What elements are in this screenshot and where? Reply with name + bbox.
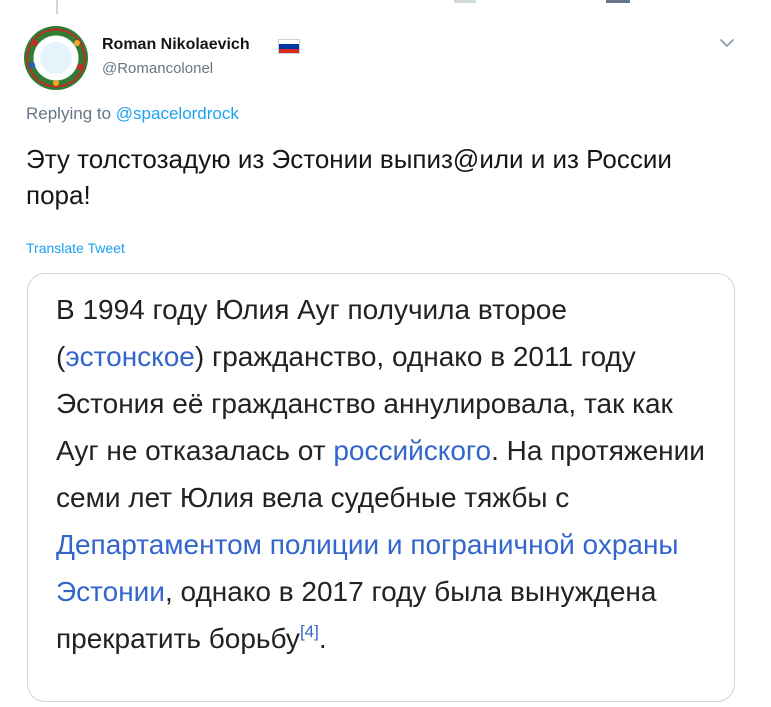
citation-link[interactable]: [4] [300,622,319,641]
card-text-segment: . [318,623,327,654]
card-text: В 1994 году Юлия Ауг получила второе (эс… [56,286,721,662]
replying-to-mention[interactable]: @spacelordrock [116,104,239,123]
top-action-fragment [454,0,476,3]
thread-connector-line [56,0,58,14]
top-action-fragment [606,0,630,3]
avatar-ornament [77,64,83,70]
russia-flag-icon [278,39,300,54]
replying-to: Replying to @spacelordrock [26,104,239,124]
author-display-name[interactable]: Roman Nikolaevich [102,36,250,54]
avatar-ornament [29,62,35,68]
chevron-down-icon[interactable] [717,33,737,53]
avatar-ornament [53,80,59,86]
translate-tweet-link[interactable]: Translate Tweet [26,240,125,256]
avatar-emblem [40,42,72,74]
avatar-ornament [74,40,80,46]
avatar[interactable] [24,26,88,90]
avatar-ornament [32,40,38,46]
wiki-link-russian[interactable]: российского [333,435,491,466]
author-handle[interactable]: @Romancolonel [102,60,213,77]
wiki-link-estonian[interactable]: эстонское [65,341,195,372]
replying-to-label: Replying to [26,104,112,123]
tweet-text: Эту толстозадую из Эстонии выпиз@или и и… [26,144,672,210]
quoted-screenshot-card[interactable]: В 1994 году Юлия Ауг получила второе (эс… [27,273,735,702]
